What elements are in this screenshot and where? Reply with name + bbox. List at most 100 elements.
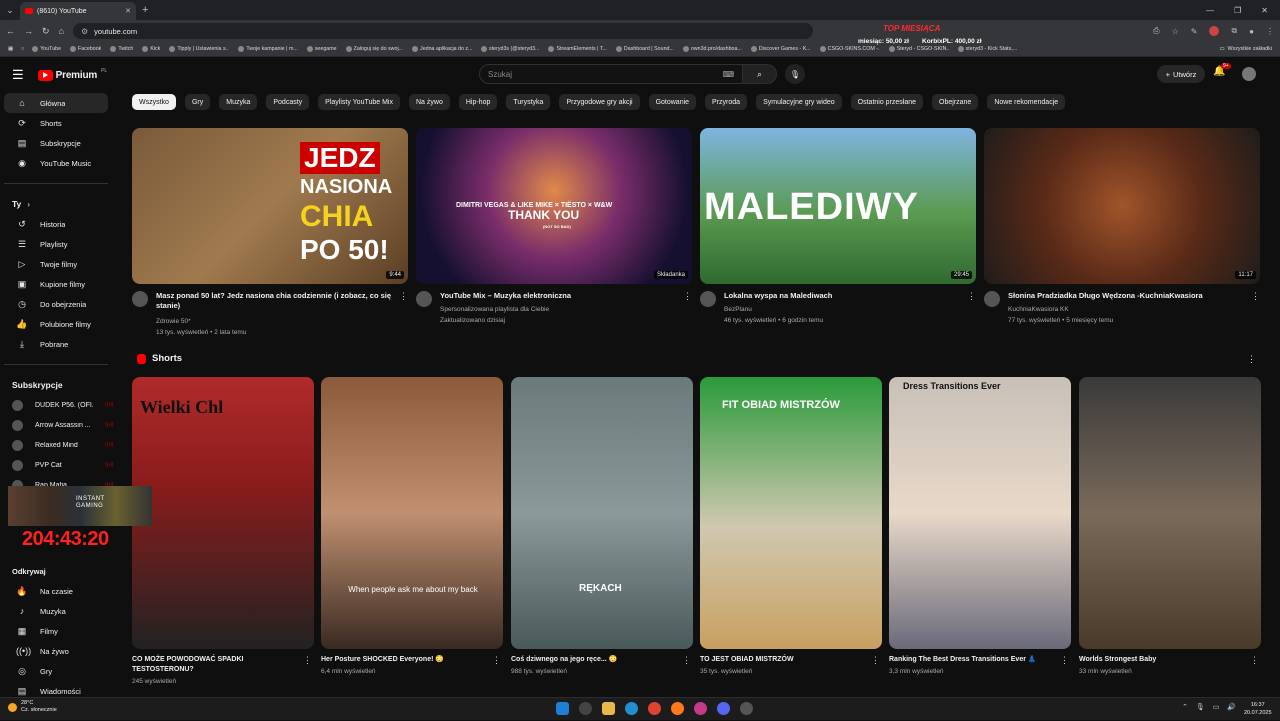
short-thumbnail[interactable]: When people ask me about my back xyxy=(321,377,503,649)
filter-chip[interactable]: Playlisty YouTube Mix xyxy=(318,94,400,110)
sidebar-subscription-item[interactable]: PVP Cat ((•)) xyxy=(0,455,116,475)
filter-chip[interactable]: Obejrzane xyxy=(932,94,979,110)
bookmark-item[interactable]: YouTube xyxy=(32,46,61,52)
filter-chip[interactable]: Gry xyxy=(184,94,211,110)
channel-name[interactable]: BezPlanu xyxy=(724,304,752,315)
sidebar-item-explore[interactable]: ▦ Filmy xyxy=(4,621,108,641)
profile-icon[interactable]: ● xyxy=(1249,27,1254,36)
weather-widget[interactable]: 28°C Cz. słonecznie xyxy=(8,700,57,714)
keyboard-icon[interactable]: ⌨ xyxy=(722,70,734,79)
bookmark-item[interactable]: steryd3s (@steryd3... xyxy=(481,46,539,52)
search-taskbar-icon[interactable] xyxy=(579,702,592,715)
sidebar-item-you[interactable]: ↺ Historia xyxy=(4,214,108,234)
bookmark-item[interactable]: own3d.pro/dashboa... xyxy=(682,46,742,52)
sidebar-item-you[interactable]: ⤓ Pobrane xyxy=(4,334,108,354)
chrome-icon[interactable] xyxy=(648,702,661,715)
bookmark-item[interactable]: Zaloguj się do swoj... xyxy=(345,46,403,52)
video-title[interactable]: Lokalna wyspa na Malediwach xyxy=(724,291,964,301)
sidebar-item-you[interactable]: ☰ Playlisty xyxy=(4,234,108,254)
filter-chip[interactable]: Przygodowe gry akcji xyxy=(559,94,640,110)
video-thumbnail[interactable]: 11:17 xyxy=(984,128,1260,284)
sidebar-item-explore[interactable]: ((•)) Na żywo xyxy=(4,641,108,661)
channel-avatar[interactable] xyxy=(984,291,1000,307)
extension-badge-icon[interactable] xyxy=(1209,26,1220,36)
more-options-icon[interactable]: ⋮ xyxy=(399,291,408,302)
bookmark-folder-icon[interactable]: ○ xyxy=(21,46,24,52)
create-button[interactable]: + Utwórz xyxy=(1157,65,1205,83)
bookmark-item[interactable]: Dashboard | Sound... xyxy=(615,46,674,52)
filter-chip[interactable]: Na żywo xyxy=(409,94,450,110)
filter-chip[interactable]: Ostatnio przesłane xyxy=(850,94,924,110)
video-title[interactable]: Masz ponad 50 lat? Jedz nasiona chia cod… xyxy=(156,291,396,311)
filter-chip[interactable]: Nowe rekomendacje xyxy=(987,94,1066,110)
bookmark-item[interactable]: steryd3 - Kick Stats,... xyxy=(957,46,1017,52)
channel-name[interactable]: Spersonalizowana playlista dla Ciebie xyxy=(440,304,549,315)
short-thumbnail[interactable]: FIT OBIAD MISTRZÓW xyxy=(700,377,882,649)
browser-tab-youtube[interactable]: (8610) YouTube ✕ xyxy=(20,2,136,20)
forward-icon[interactable]: → xyxy=(24,26,33,36)
sidebar-item-main[interactable]: ▤ Subskrypcje xyxy=(4,133,108,153)
notifications-button[interactable]: 🔔 9+ xyxy=(1213,63,1231,77)
file-explorer-icon[interactable] xyxy=(602,702,615,715)
extension-icon[interactable]: ✎ xyxy=(1191,27,1198,36)
filter-chip[interactable]: Hip-hop xyxy=(458,94,498,110)
video-title[interactable]: YouTube Mix – Muzyka elektroniczna xyxy=(440,291,680,301)
close-tab-icon[interactable]: ✕ xyxy=(125,7,131,15)
short-title[interactable]: TO JEST OBIAD MISTRZÓW xyxy=(700,655,865,665)
more-options-icon[interactable]: ⋮ xyxy=(303,655,312,666)
youtube-premium-logo[interactable]: Premium PL xyxy=(37,68,107,81)
back-icon[interactable]: ← xyxy=(6,26,15,36)
short-title[interactable]: Worlds Strongest Baby xyxy=(1079,655,1244,665)
bookmark-item[interactable]: Twitch xyxy=(110,46,133,52)
all-bookmarks[interactable]: ▭ Wszystkie zakładki xyxy=(1220,46,1272,52)
taskbar-clock[interactable]: 16:37 20.07.2025 xyxy=(1244,701,1272,717)
minimize-icon[interactable]: — xyxy=(1206,6,1214,15)
sidebar-item-main[interactable]: ⌂ Główna xyxy=(4,93,108,113)
sidebar-item-main[interactable]: ◉ YouTube Music xyxy=(4,153,108,173)
bookmark-item[interactable]: Jedna aplikacja do z... xyxy=(412,46,472,52)
more-options-icon[interactable]: ⋮ xyxy=(682,655,691,666)
more-options-icon[interactable]: ⋮ xyxy=(1250,655,1259,666)
discord-icon[interactable] xyxy=(717,702,730,715)
address-bar[interactable]: ⚙ youtube.com xyxy=(72,23,813,39)
edge-icon[interactable] xyxy=(625,702,638,715)
short-title[interactable]: Ranking The Best Dress Transitions Ever … xyxy=(889,655,1054,665)
bookmark-item[interactable]: CSGO-SKINS.COM -... xyxy=(819,46,880,52)
channel-avatar[interactable] xyxy=(132,291,148,307)
video-thumbnail[interactable]: MALEDIWY 29:45 xyxy=(700,128,976,284)
filter-chip[interactable]: Przyroda xyxy=(705,94,748,110)
windows-start-icon[interactable] xyxy=(556,702,569,715)
volume-icon[interactable]: 🔊 xyxy=(1227,703,1236,711)
sidebar-item-explore[interactable]: 🔥 Na czasie xyxy=(4,581,108,601)
video-title[interactable]: Słonina Pradziadka Długo Wędzona -Kuchni… xyxy=(1008,291,1248,301)
short-thumbnail[interactable] xyxy=(1079,377,1261,649)
tab-search-icon[interactable]: ⌄ xyxy=(0,0,20,20)
voice-search-button[interactable]: 🎙 xyxy=(785,64,805,84)
filter-chip[interactable]: Symulacyjne gry wideo xyxy=(756,94,842,110)
more-options-icon[interactable]: ⋮ xyxy=(492,655,501,666)
more-options-icon[interactable]: ⋮ xyxy=(871,655,880,666)
channel-name[interactable]: KuchniaKwasiora KK xyxy=(1008,304,1069,315)
channel-avatar[interactable] xyxy=(416,291,432,307)
bookmark-item[interactable]: Twoje kampanie | m... xyxy=(238,46,298,52)
instagram-icon[interactable] xyxy=(694,702,707,715)
apps-grid-icon[interactable]: ▦ xyxy=(8,46,13,52)
menu-hamburger-icon[interactable]: ☰ xyxy=(12,67,24,83)
video-thumbnail[interactable]: JEDZ NASIONA CHIA PO 50! 9:44 xyxy=(132,128,408,284)
search-input[interactable]: Szukaj ⌨ xyxy=(479,64,743,84)
browser-menu-icon[interactable]: ⋮ xyxy=(1266,27,1274,36)
firefox-icon[interactable] xyxy=(671,702,684,715)
filter-chip[interactable]: Wszystko xyxy=(132,94,176,110)
filter-chip[interactable]: Gotowanie xyxy=(648,94,697,110)
more-options-icon[interactable]: ⋮ xyxy=(1251,291,1260,302)
bookmark-item[interactable]: Tipply | Ustawienia s... xyxy=(169,46,229,52)
short-title[interactable]: Coś dziwnego na jego ręce... 😳 xyxy=(511,655,676,665)
sidebar-item-explore[interactable]: ◎ Gry xyxy=(4,661,108,681)
account-avatar[interactable] xyxy=(1242,67,1256,81)
install-icon[interactable]: ⎙ xyxy=(1153,26,1159,36)
bookmark-item[interactable]: seegame xyxy=(306,46,337,52)
sidebar-item-main[interactable]: ⟳ Shorts xyxy=(4,113,108,133)
more-options-icon[interactable]: ⋮ xyxy=(683,291,692,302)
sidebar-you-heading[interactable]: Ty › xyxy=(0,194,116,214)
short-thumbnail[interactable]: RĘKACH xyxy=(511,377,693,649)
